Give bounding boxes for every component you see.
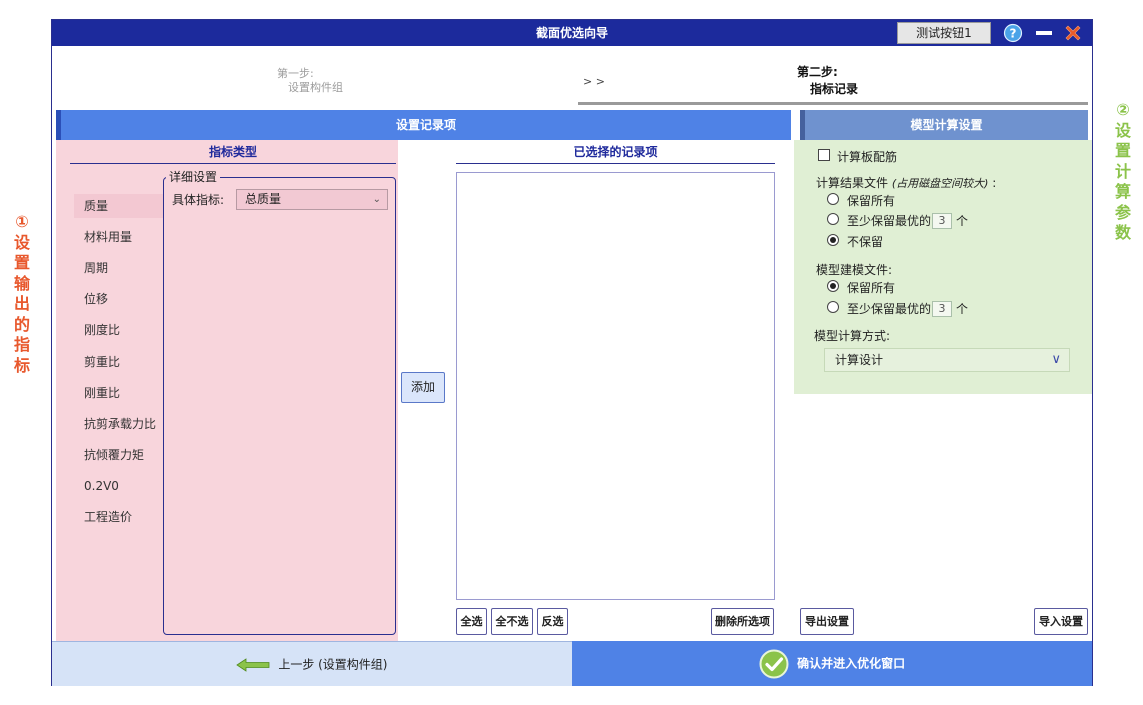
category-material[interactable]: 材料用量 — [74, 225, 164, 249]
step-arrow: > > — [583, 75, 605, 88]
model-settings-panel: 计算板配筋 计算结果文件 (占用磁盘空间较大) : 保留所有 至少保留最优的 3… — [794, 140, 1092, 394]
step2: 第二步: 指标记录 — [797, 64, 858, 98]
step1: 第一步: 设置构件组 — [262, 67, 392, 95]
result-files-note: (占用磁盘空间较大) — [891, 177, 989, 190]
arrow-left-icon — [236, 657, 270, 672]
active-step-indicator — [578, 102, 1088, 105]
category-02v0[interactable]: 0.2V0 — [74, 474, 164, 498]
left-annotation-text: 设置输出的指标 — [14, 232, 31, 375]
indicator-select-value: 总质量 — [245, 192, 282, 206]
model-keep-count-suffix: 个 — [956, 302, 969, 316]
result-keep-none-radio[interactable] — [827, 234, 839, 246]
delete-selected-button[interactable]: 删除所选项 — [711, 608, 774, 635]
result-keep-best-label: 至少保留最优的 — [847, 214, 932, 228]
slab-reinforcement-label: 计算板配筋 — [837, 150, 898, 164]
title-bar[interactable]: 截面优选向导 测试按钮1 ? — [52, 20, 1092, 46]
model-keep-count-input[interactable]: 3 — [932, 301, 952, 317]
result-keep-count-suffix: 个 — [956, 214, 969, 228]
slab-reinforcement-checkbox[interactable] — [818, 149, 830, 161]
calc-method-label: 模型计算方式: — [814, 329, 891, 343]
confirm-button[interactable]: 确认并进入优化窗口 — [572, 641, 1092, 686]
detail-settings-legend: 详细设置 — [166, 168, 221, 185]
result-keep-none-label: 不保留 — [847, 235, 884, 249]
export-settings-button[interactable]: 导出设置 — [800, 608, 854, 635]
category-shear-weight-ratio[interactable]: 剪重比 — [74, 350, 164, 374]
right-annotation-text: 设置计算参数 — [1115, 120, 1132, 243]
chevron-down-icon: ∨ — [1051, 352, 1061, 367]
right-annotation-number: ② — [1116, 100, 1130, 119]
model-files-label: 模型建模文件: — [816, 263, 893, 277]
model-settings-header: 模型计算设置 — [800, 110, 1088, 140]
model-keep-all-radio[interactable] — [827, 280, 839, 292]
category-period[interactable]: 周期 — [74, 256, 164, 280]
category-cost[interactable]: 工程造价 — [74, 505, 164, 529]
svg-text:?: ? — [1010, 27, 1017, 41]
selected-items-list[interactable] — [456, 172, 775, 600]
left-annotation: ① 设置输出的指标 — [10, 212, 34, 376]
result-files-text: 计算结果文件 — [816, 176, 889, 190]
category-displacement[interactable]: 位移 — [74, 287, 164, 311]
model-keep-best-label: 至少保留最优的 — [847, 302, 932, 316]
indicator-select[interactable]: 总质量 ⌄ — [236, 189, 388, 210]
calc-method-value: 计算设计 — [835, 353, 884, 367]
select-none-button[interactable]: 全不选 — [491, 608, 533, 635]
model-keep-best-radio[interactable] — [827, 301, 839, 313]
step1-name: 设置构件组 — [288, 81, 343, 94]
category-overturning-moment[interactable]: 抗倾覆力矩 — [74, 443, 164, 467]
category-shear-capacity-ratio[interactable]: 抗剪承载力比 — [74, 412, 164, 436]
close-icon[interactable] — [1063, 23, 1083, 43]
invert-selection-button[interactable]: 反选 — [537, 608, 568, 635]
indicator-label: 具体指标: — [172, 193, 225, 207]
previous-step-button[interactable]: 上一步 (设置构件组) — [52, 641, 572, 686]
test-button[interactable]: 测试按钮1 — [897, 22, 991, 44]
import-settings-button[interactable]: 导入设置 — [1034, 608, 1088, 635]
result-keep-best-radio[interactable] — [827, 213, 839, 225]
previous-step-label: 上一步 (设置构件组) — [278, 657, 388, 672]
select-all-button[interactable]: 全选 — [456, 608, 487, 635]
detail-settings-group — [163, 177, 396, 635]
chevron-down-icon: ⌄ — [372, 194, 381, 205]
category-stiffness-weight-ratio[interactable]: 刚重比 — [74, 381, 164, 405]
indicator-panel: 指标类型 质量 材料用量 周期 位移 刚度比 剪重比 刚重比 抗剪承载力比 抗倾… — [56, 140, 398, 641]
result-keep-all-label: 保留所有 — [847, 194, 896, 208]
wizard-window: 截面优选向导 测试按钮1 ? 第一步: 设置构件组 > > 第二步: 指标记录 … — [51, 19, 1093, 686]
minimize-icon[interactable] — [1034, 23, 1054, 43]
add-button[interactable]: 添加 — [401, 372, 445, 403]
category-stiffness-ratio[interactable]: 刚度比 — [74, 318, 164, 342]
checkmark-icon — [759, 649, 789, 678]
indicator-type-title: 指标类型 — [70, 143, 396, 164]
selected-items-title: 已选择的记录项 — [456, 143, 775, 164]
result-files-label: 计算结果文件 (占用磁盘空间较大) : — [816, 174, 996, 191]
result-keep-count-input[interactable]: 3 — [932, 213, 952, 229]
result-keep-all-radio[interactable] — [827, 193, 839, 205]
model-keep-all-label: 保留所有 — [847, 281, 896, 295]
category-mass[interactable]: 质量 — [74, 194, 164, 218]
record-header: 设置记录项 — [56, 110, 791, 140]
left-annotation-number: ① — [15, 212, 29, 231]
calc-method-select[interactable]: 计算设计 ∨ — [824, 348, 1070, 372]
step2-name: 指标记录 — [810, 82, 859, 96]
help-icon[interactable]: ? — [1003, 23, 1023, 43]
step1-label: 第一步: — [277, 67, 314, 80]
confirm-label: 确认并进入优化窗口 — [797, 656, 906, 671]
right-annotation: ② 设置计算参数 — [1111, 100, 1135, 244]
result-files-colon: : — [992, 176, 997, 190]
step2-label: 第二步: — [797, 65, 838, 79]
